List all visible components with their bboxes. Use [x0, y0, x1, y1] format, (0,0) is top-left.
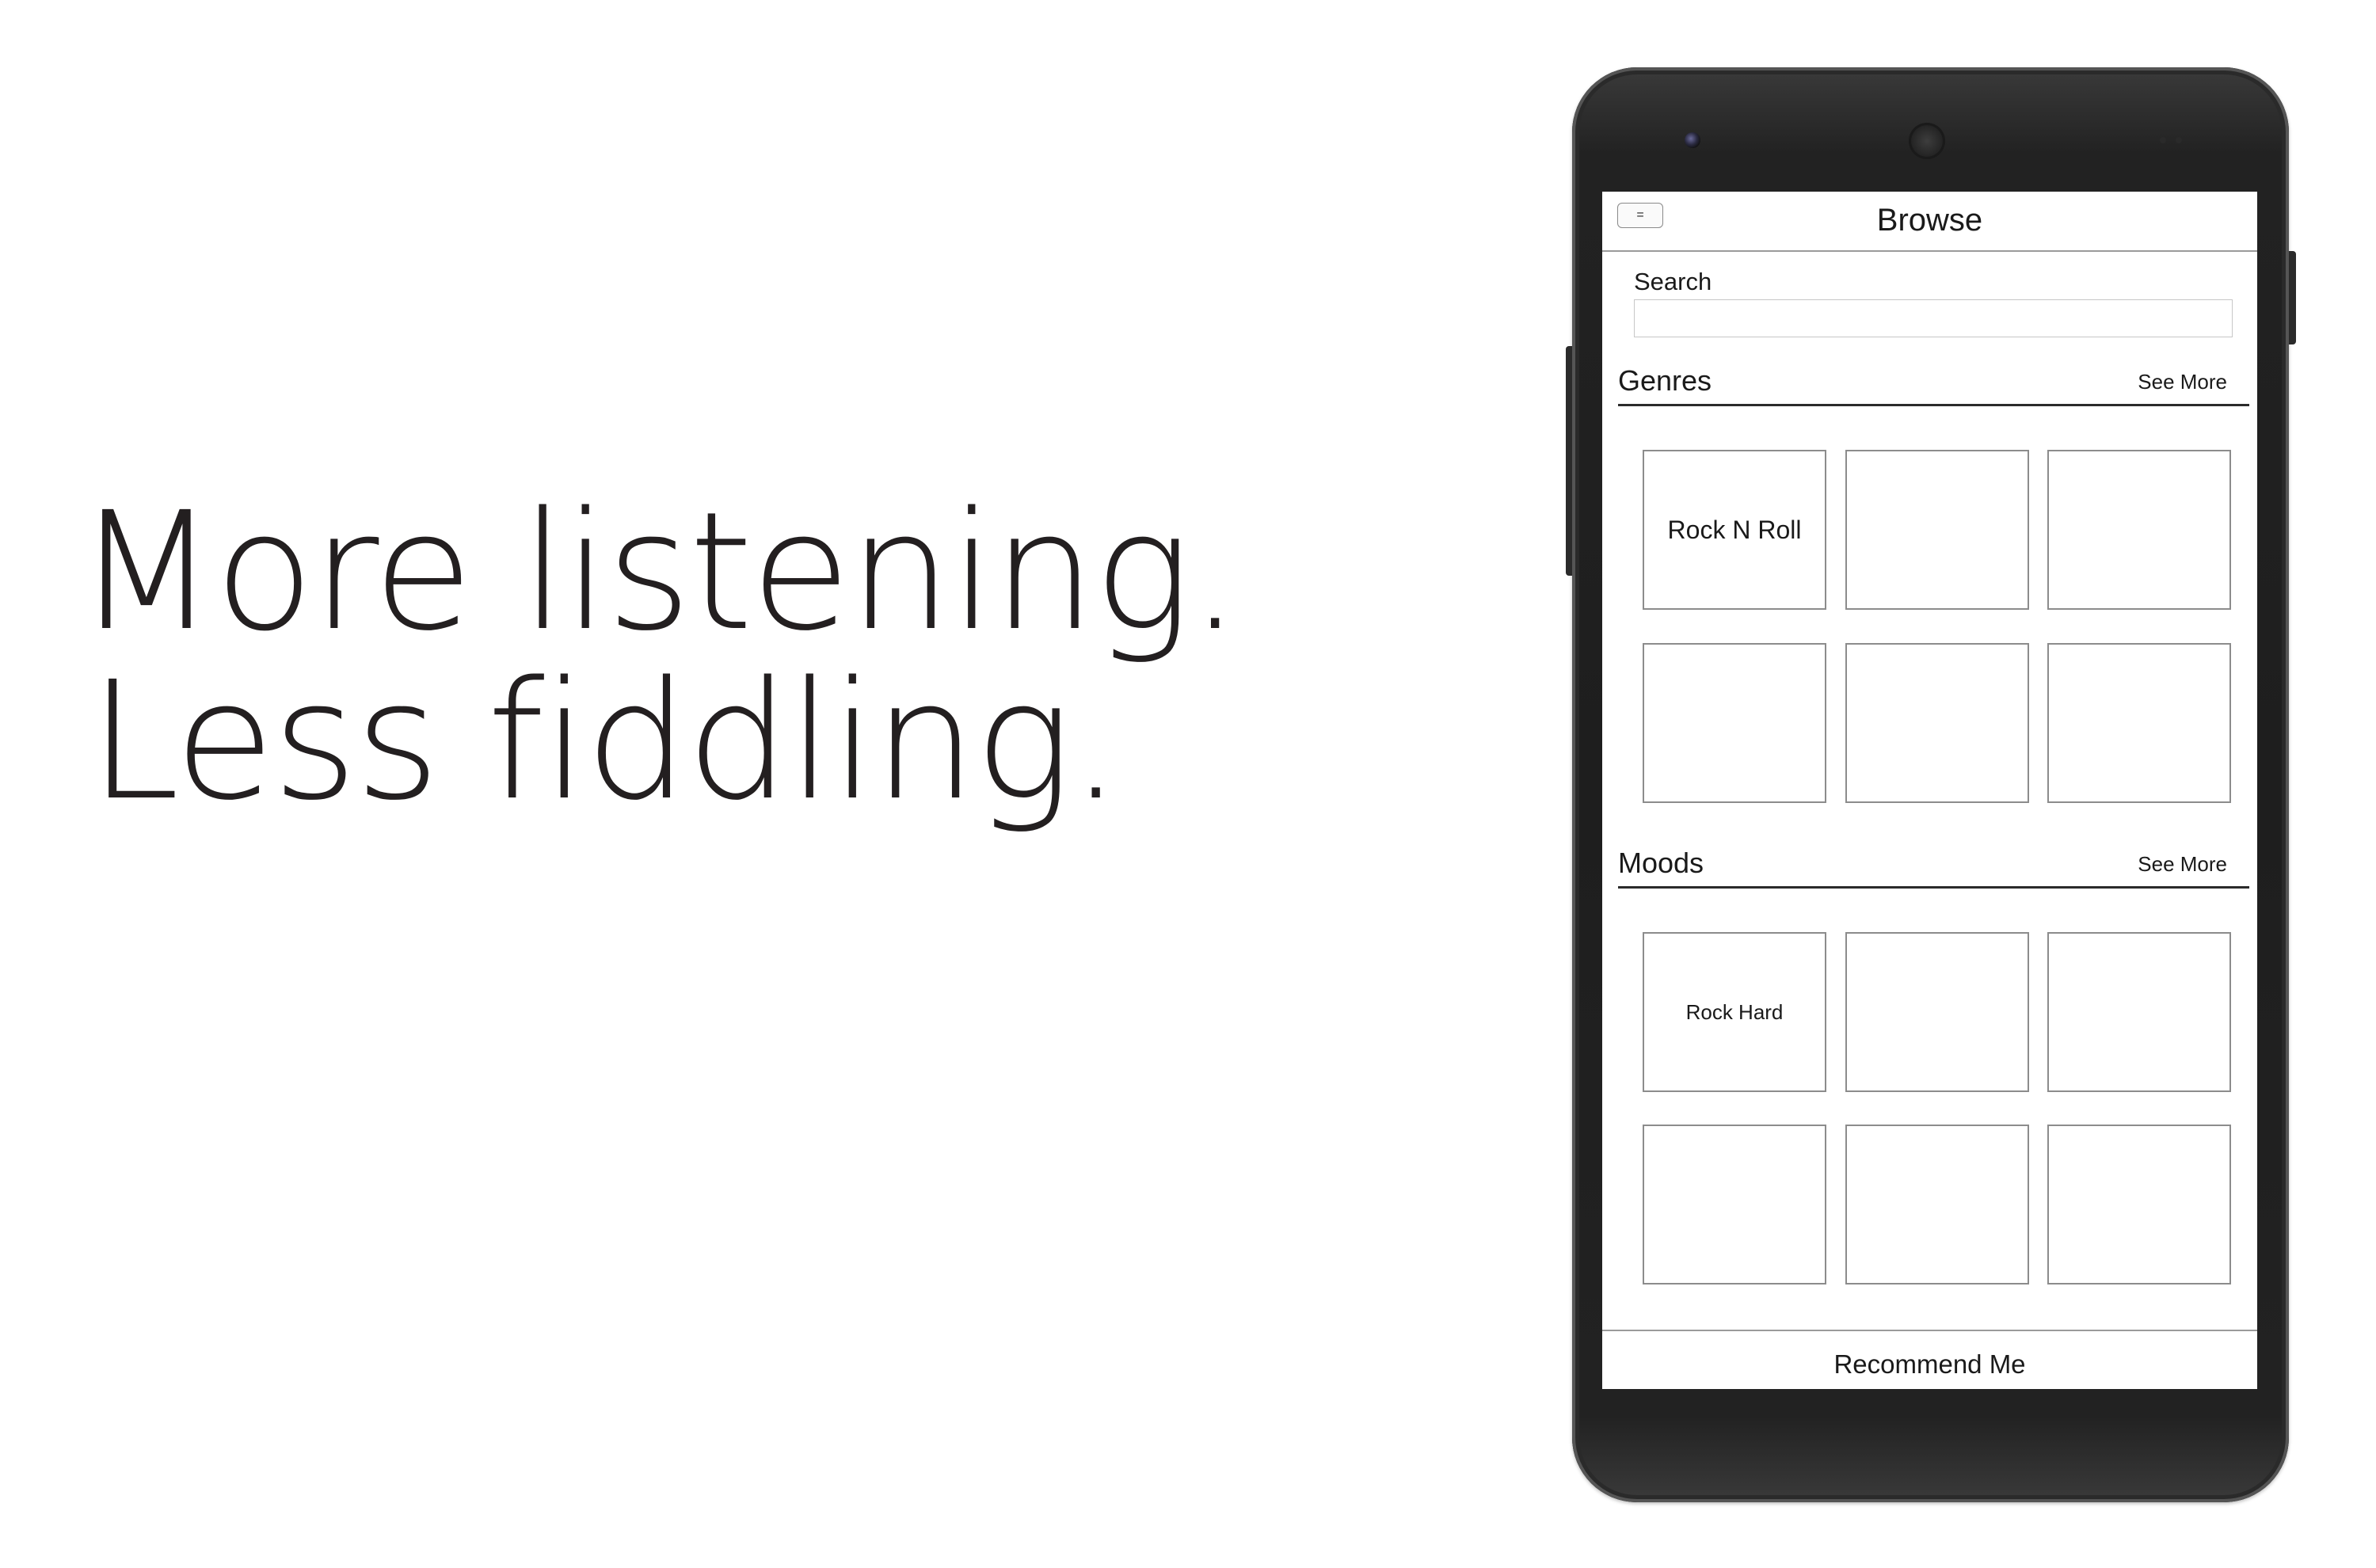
volume-button: [1566, 346, 1572, 576]
app-header: = Browse: [1602, 192, 2257, 252]
front-camera-icon: [1685, 132, 1700, 148]
proximity-sensor-icon: [2160, 137, 2166, 143]
genre-tile-label: Rock N Roll: [1667, 515, 1802, 544]
genre-tile[interactable]: [1643, 643, 1826, 803]
search-label: Search: [1634, 268, 1712, 295]
tagline-line-2: Less fiddling.: [89, 646, 1121, 836]
moods-section-header: Moods See More: [1618, 842, 2249, 889]
page-title: Browse: [1876, 203, 1983, 238]
recommend-me-label: Recommend Me: [1833, 1349, 2026, 1379]
phone-screen: = Browse Search Genres See More Rock N R…: [1602, 192, 2257, 1389]
stage: More listening. Less fiddling. = Browse …: [0, 0, 2376, 1568]
genre-tile[interactable]: [1845, 643, 2029, 803]
mood-tile[interactable]: [2047, 1125, 2231, 1284]
search-input[interactable]: [1634, 299, 2233, 337]
mood-tile[interactable]: [1643, 1125, 1826, 1284]
genres-see-more-link[interactable]: See More: [2138, 370, 2227, 394]
power-button: [2289, 251, 2296, 344]
moods-title: Moods: [1618, 847, 1704, 879]
light-sensor-icon: [2176, 137, 2182, 143]
mood-tile[interactable]: [2047, 932, 2231, 1092]
genre-tile[interactable]: [2047, 643, 2231, 803]
genre-tile[interactable]: [2047, 450, 2231, 610]
mood-tile-label: Rock Hard: [1685, 999, 1784, 1024]
genres-title: Genres: [1618, 364, 1712, 397]
genre-tile[interactable]: Rock N Roll: [1643, 450, 1826, 610]
mood-tile[interactable]: [1845, 932, 2029, 1092]
tagline: More listening. Less fiddling.: [76, 477, 1241, 836]
earpiece-speaker-icon: [1909, 123, 1945, 159]
genres-section-header: Genres See More: [1618, 360, 2249, 406]
genre-tile[interactable]: [1845, 450, 2029, 610]
moods-see-more-link[interactable]: See More: [2138, 852, 2227, 877]
recommend-me-button[interactable]: Recommend Me: [1602, 1330, 2257, 1389]
phone-mockup: = Browse Search Genres See More Rock N R…: [1566, 67, 2296, 1502]
tagline-line-1: More listening.: [76, 477, 1241, 667]
mood-tile[interactable]: [1845, 1125, 2029, 1284]
mood-tile[interactable]: Rock Hard: [1643, 932, 1826, 1092]
